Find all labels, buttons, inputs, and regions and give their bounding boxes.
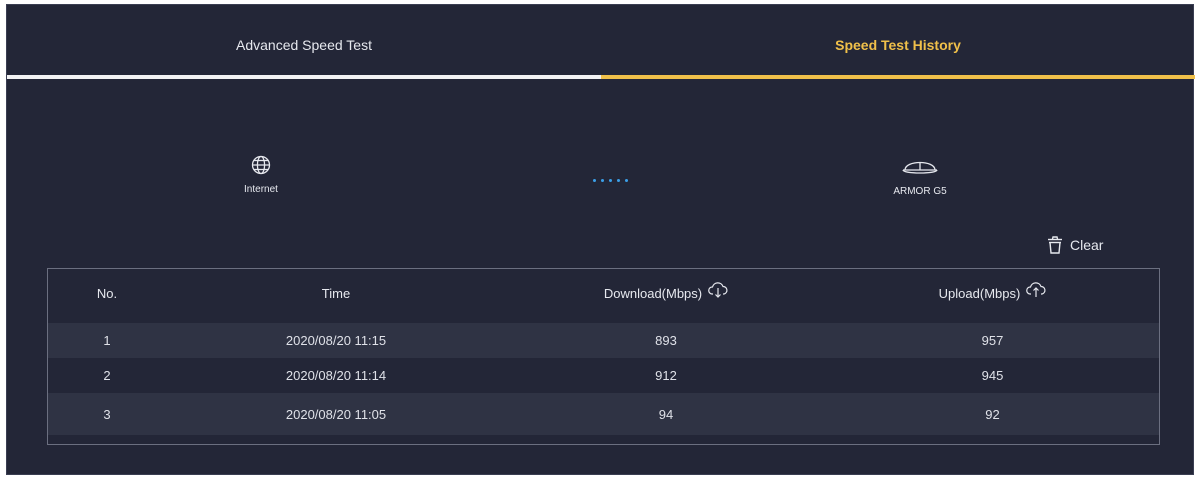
cloud-download-icon	[708, 282, 728, 298]
router-node: ARMOR G5	[885, 157, 955, 197]
clear-button[interactable]: Clear	[1047, 233, 1103, 257]
connection-dot	[625, 179, 628, 182]
cell-download: 94	[658, 406, 674, 422]
speed-test-panel: Advanced Speed Test Speed Test History I…	[6, 4, 1195, 475]
internet-label: Internet	[244, 184, 278, 195]
tab-bar: Advanced Speed Test Speed Test History	[7, 5, 1195, 79]
cell-upload: 92	[985, 406, 1000, 422]
tab-underline-active	[601, 75, 1195, 79]
tab-speed-test-history-label: Speed Test History	[835, 37, 961, 53]
connection-dots	[593, 179, 633, 183]
speed-test-history-table: No. Time Download(Mbps) Upload(Mbps) 1 2…	[47, 268, 1160, 445]
connection-dot	[609, 179, 612, 182]
cell-download: 893	[655, 333, 677, 348]
header-upload-label: Upload(Mbps)	[938, 285, 1021, 301]
globe-icon	[251, 155, 271, 175]
connection-dot	[617, 179, 620, 182]
trash-icon	[1048, 236, 1062, 254]
connection-dot	[601, 179, 604, 182]
tab-speed-test-history[interactable]: Speed Test History	[601, 5, 1195, 79]
cell-time: 2020/08/20 11:14	[285, 368, 387, 383]
cell-upload: 957	[981, 333, 1004, 348]
table-row: 2 2020/08/20 11:14 912 945	[48, 358, 1159, 393]
header-upload: Upload(Mbps)	[826, 269, 1159, 317]
cell-download: 912	[655, 368, 677, 383]
cell-time: 2020/08/20 11:15	[285, 333, 387, 348]
table-row: 3 2020/08/20 11:05 94 92	[48, 393, 1159, 435]
tab-underline	[7, 75, 601, 79]
clear-label: Clear	[1070, 237, 1104, 253]
cell-upload: 945	[981, 368, 1004, 383]
header-time: Time	[321, 285, 351, 301]
tab-advanced-speed-test-label: Advanced Speed Test	[236, 37, 372, 53]
cell-no: 1	[103, 333, 111, 348]
cell-time: 2020/08/20 11:05	[285, 406, 387, 422]
table-row: 1 2020/08/20 11:15 893 957	[48, 323, 1159, 358]
header-download: Download(Mbps)	[506, 269, 826, 317]
table-header-row: No. Time Download(Mbps) Upload(Mbps)	[48, 269, 1159, 317]
cloud-upload-icon	[1026, 282, 1046, 297]
tab-advanced-speed-test[interactable]: Advanced Speed Test	[7, 5, 601, 79]
header-download-label: Download(Mbps)	[603, 285, 703, 301]
router-icon	[902, 161, 938, 174]
router-label: ARMOR G5	[893, 186, 947, 197]
cell-no: 3	[103, 406, 111, 422]
cell-no: 2	[103, 368, 111, 383]
header-no: No.	[96, 285, 118, 301]
internet-node: Internet	[231, 155, 291, 195]
connection-dot	[593, 179, 596, 182]
